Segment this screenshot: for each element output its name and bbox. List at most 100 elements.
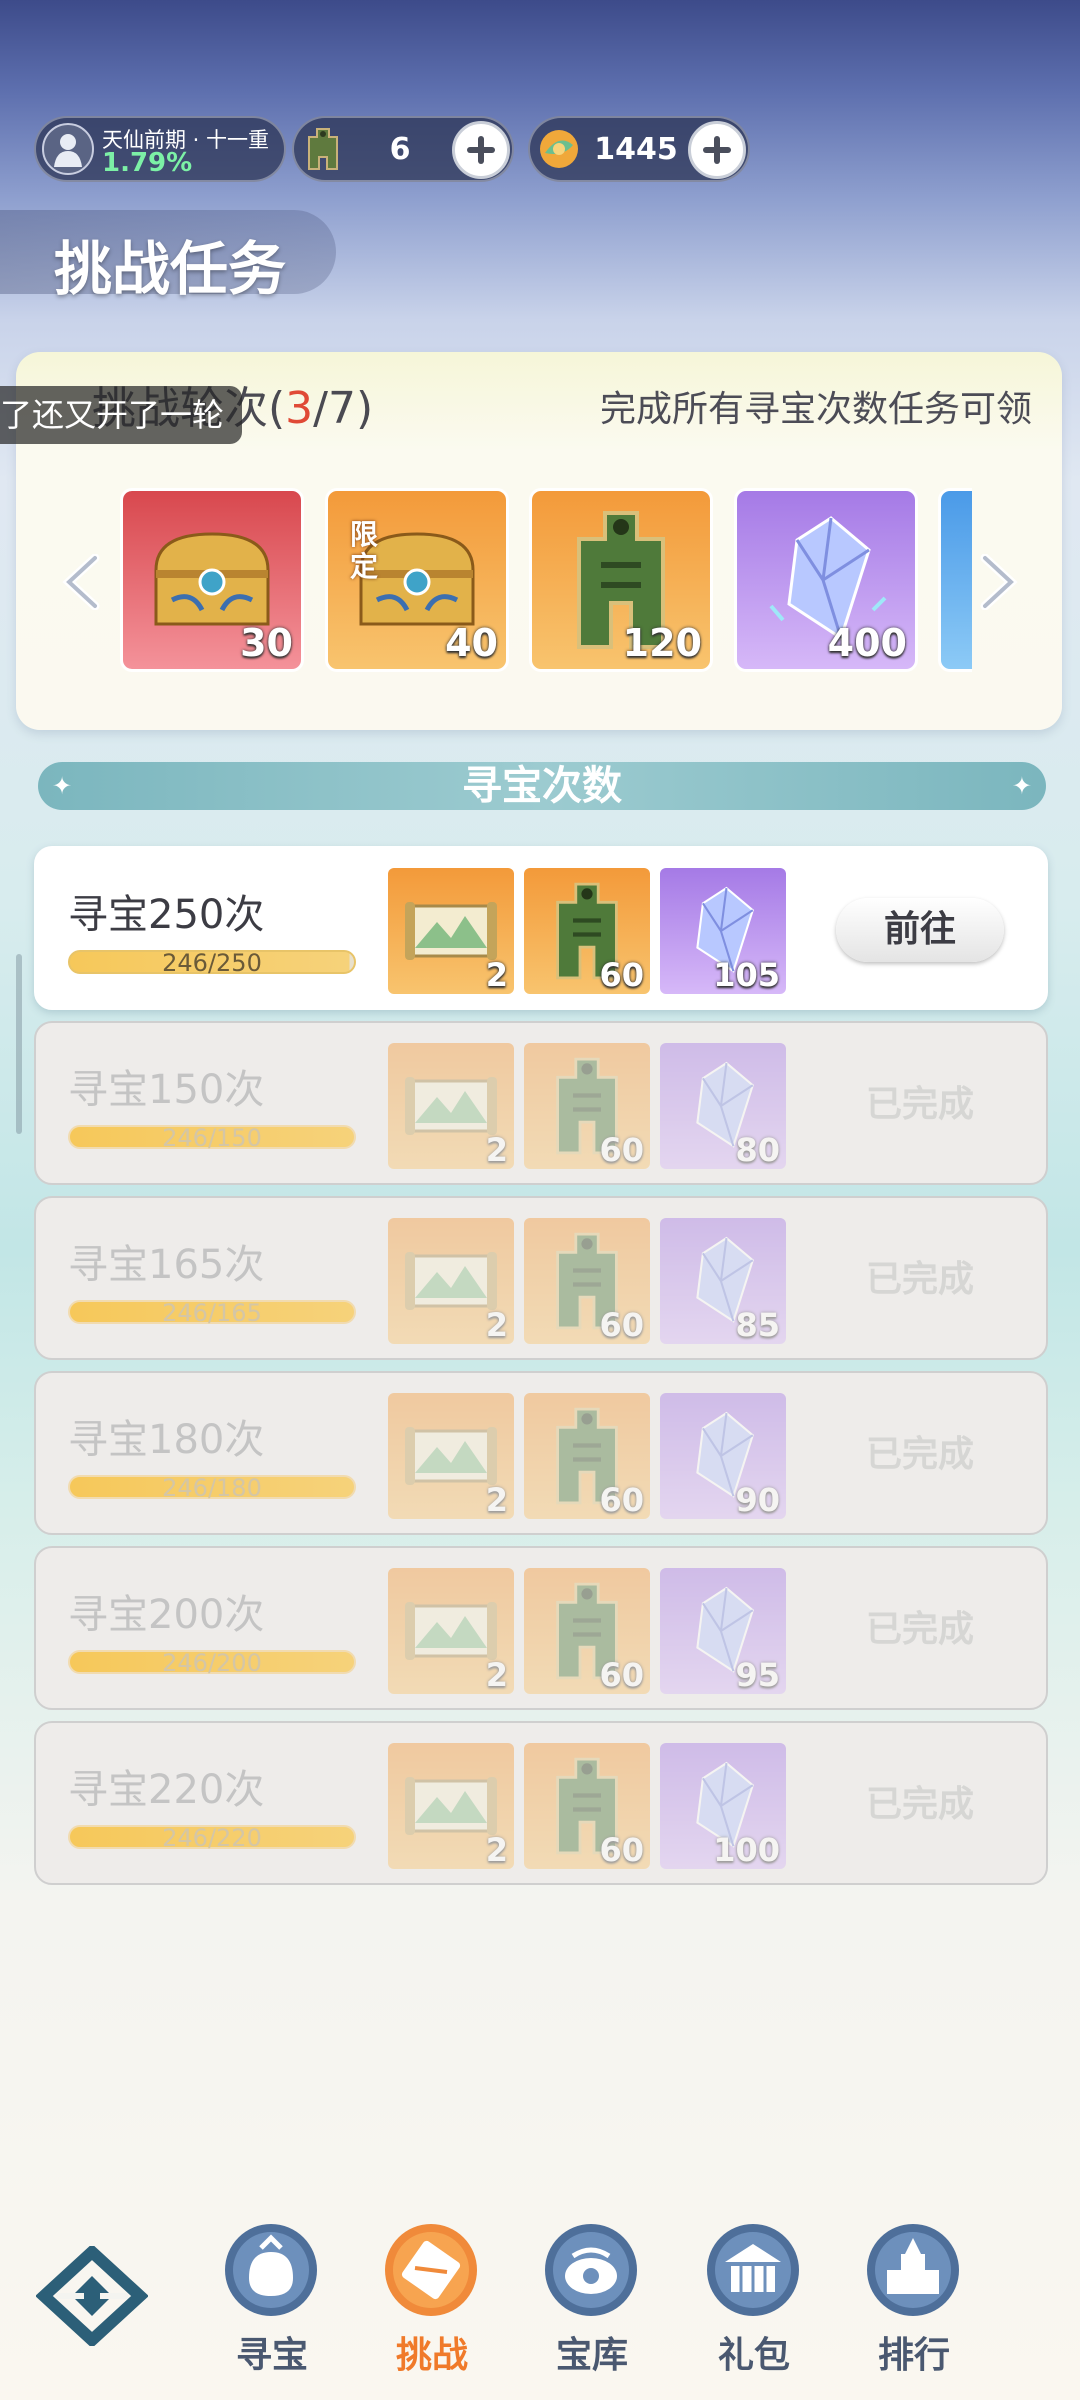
reward-count: 2 <box>485 1656 508 1694</box>
task-name: 寻宝150次 <box>68 1067 265 1113</box>
task-reward-item[interactable]: 60 <box>524 1218 650 1344</box>
round-reward-item[interactable]: 120 <box>529 488 713 672</box>
task-reward-item[interactable]: 60 <box>524 868 650 994</box>
nav-tab-2[interactable]: 挑战 <box>357 2218 507 2376</box>
reward-count: 60 <box>599 1656 644 1694</box>
task-progress-bar: 246/150 <box>68 1124 356 1152</box>
task-name: 寻宝250次 <box>68 892 265 938</box>
task-row: 寻宝220次 246/220 2 60 100 已完成 <box>34 1721 1048 1885</box>
reward-count: 30 <box>240 621 293 665</box>
task-progress-text: 246/250 <box>162 949 262 977</box>
task-reward-item[interactable]: 60 <box>524 1393 650 1519</box>
task-reward-item[interactable]: 90 <box>660 1393 786 1519</box>
limited-tag: 限定 <box>350 518 379 583</box>
task-reward-item[interactable]: 2 <box>388 1043 514 1169</box>
gift-pavilion-icon <box>701 2218 805 2322</box>
chevron-left-icon <box>62 554 100 610</box>
reward-count: 2 <box>485 1481 508 1519</box>
add-token-button[interactable] <box>452 121 510 179</box>
task-progress-text: 246/150 <box>162 1124 262 1152</box>
round-reward-item[interactable]: 限定 40 <box>325 488 509 672</box>
rounds-current: 3 <box>285 383 314 434</box>
task-row: 寻宝165次 246/165 2 60 85 已完成 <box>34 1196 1048 1360</box>
task-reward-item[interactable]: 2 <box>388 1218 514 1344</box>
chat-toast: 了还又开了一轮 <box>0 386 242 444</box>
section-header: ✦ 寻宝次数 ✦ <box>38 762 1046 810</box>
round-reward-item[interactable]: 30 <box>120 488 304 672</box>
reward-count: 2 <box>485 1306 508 1344</box>
chevron-right-icon <box>980 554 1018 610</box>
realm-percent: 1.79% <box>102 148 193 178</box>
go-button[interactable]: 前往 <box>836 898 1004 962</box>
task-reward-item[interactable]: 2 <box>388 1568 514 1694</box>
task-reward-item[interactable]: 2 <box>388 868 514 994</box>
task-row: 寻宝200次 246/200 2 60 95 已完成 <box>34 1546 1048 1710</box>
task-progress-bar: 246/250 <box>68 949 356 977</box>
task-name: 寻宝200次 <box>68 1592 265 1638</box>
page-title: 挑战任务 <box>54 235 287 303</box>
task-progress-bar: 246/200 <box>68 1649 356 1677</box>
task-reward-item[interactable]: 2 <box>388 1743 514 1869</box>
nav-label: 挑战 <box>395 2335 468 2376</box>
task-name: 寻宝180次 <box>68 1417 265 1463</box>
scrollbar[interactable] <box>16 954 22 1134</box>
jade-coin-count: 1445 <box>594 132 678 167</box>
token-resource: 6 <box>292 116 514 182</box>
task-reward-item[interactable]: 60 <box>524 1568 650 1694</box>
task-reward-item[interactable]: 2 <box>388 1393 514 1519</box>
task-row: 寻宝150次 246/150 2 60 80 已完成 <box>34 1021 1048 1185</box>
task-row: 寻宝180次 246/180 2 60 90 已完成 <box>34 1371 1048 1535</box>
task-progress-text: 246/180 <box>162 1474 262 1502</box>
task-progress-text: 246/220 <box>162 1824 262 1852</box>
task-progress-text: 246/200 <box>162 1649 262 1677</box>
logo-icon <box>35 2243 149 2349</box>
task-reward-item[interactable]: 80 <box>660 1043 786 1169</box>
reward-count: 2 <box>485 956 508 994</box>
round-reward-item[interactable]: 400 <box>734 488 918 672</box>
reward-count: 60 <box>599 1481 644 1519</box>
scroll-icon <box>379 2218 483 2322</box>
task-reward-item[interactable]: 95 <box>660 1568 786 1694</box>
realm-badge[interactable]: 天仙前期 · 十一重 1.79% <box>34 116 286 182</box>
nav-tab-1[interactable]: 寻宝 <box>197 2218 347 2376</box>
completed-label: 已完成 <box>865 1784 974 1825</box>
reward-count: 40 <box>445 621 498 665</box>
plus-icon <box>703 136 731 164</box>
reward-count: 95 <box>735 1656 780 1694</box>
task-progress-bar: 246/220 <box>68 1824 356 1852</box>
task-reward-item[interactable]: 60 <box>524 1743 650 1869</box>
task-name: 寻宝220次 <box>68 1767 265 1813</box>
ranking-tower-icon <box>861 2218 965 2322</box>
nav-label: 礼包 <box>717 2335 790 2376</box>
task-reward-item[interactable]: 100 <box>660 1743 786 1869</box>
avatar <box>42 123 94 175</box>
completed-label: 已完成 <box>865 1434 974 1475</box>
task-reward-item[interactable]: 85 <box>660 1218 786 1344</box>
nav-label: 寻宝 <box>235 2335 308 2376</box>
nav-label: 排行 <box>877 2335 950 2376</box>
jade-coin-resource: 1445 <box>528 116 750 182</box>
reward-count: 120 <box>622 621 702 665</box>
nav-tab-3[interactable]: 宝库 <box>517 2218 667 2376</box>
jade-coin-icon <box>536 126 582 172</box>
carousel-next-button[interactable] <box>972 552 1022 612</box>
nav-tab-4[interactable]: 礼包 <box>679 2218 829 2376</box>
add-jade-coin-button[interactable] <box>688 121 746 179</box>
carousel-prev-button[interactable] <box>58 552 108 612</box>
app-logo[interactable] <box>35 2243 149 2349</box>
round-reward-item-partial[interactable] <box>938 488 972 672</box>
reward-count: 100 <box>713 1831 780 1869</box>
reward-count: 60 <box>599 1306 644 1344</box>
task-progress-text: 246/165 <box>162 1299 262 1327</box>
page-title-bar: 挑战任务 <box>0 210 336 303</box>
nav-tab-5[interactable]: 排行 <box>839 2218 989 2376</box>
task-reward-item[interactable]: 105 <box>660 868 786 994</box>
reward-count: 60 <box>599 1831 644 1869</box>
reward-count: 90 <box>735 1481 780 1519</box>
plus-icon <box>467 136 495 164</box>
task-row: 寻宝250次 246/250 2 60 105 前往 <box>34 846 1048 1010</box>
section-title: 寻宝次数 <box>462 763 622 809</box>
task-reward-item[interactable]: 60 <box>524 1043 650 1169</box>
token-icon <box>300 126 346 172</box>
reward-count: 80 <box>735 1131 780 1169</box>
